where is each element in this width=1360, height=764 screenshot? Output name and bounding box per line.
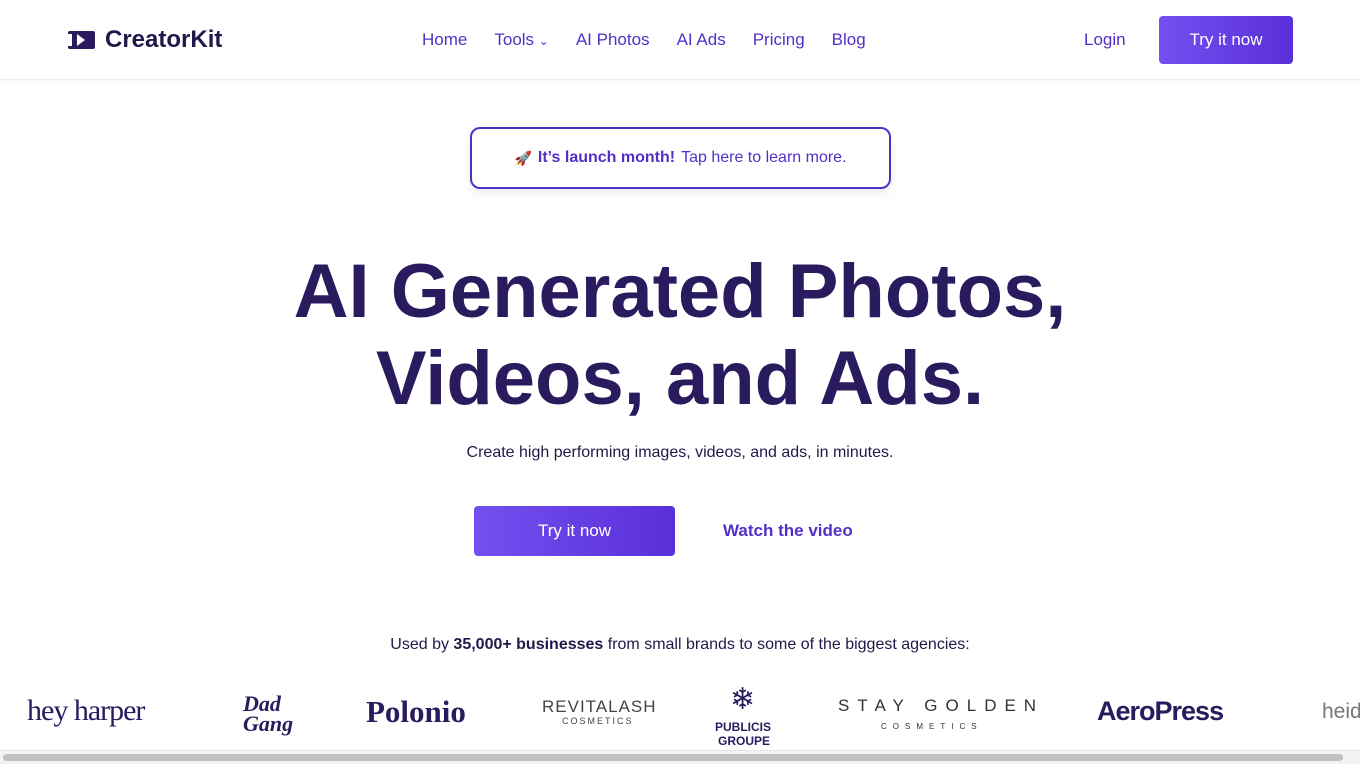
scrollbar-thumb[interactable] [3,754,1343,761]
logo-publicis-sub: GROUPE [718,734,771,748]
hero-line-1: AI Generated Photos, [293,249,1067,334]
logo-strip: hey harper Dad Gang Polonio REVITALASH C… [0,680,1360,748]
lion-icon: ❄ [730,683,756,716]
hero-line-2: Videos, and Ads. [375,336,985,421]
nav-tools-label: Tools [494,30,535,49]
nav-tools[interactable]: Tools ⌄ [494,30,548,50]
brand-name: CreatorKit [105,26,223,53]
nav-try-button[interactable]: Try it now [1159,16,1293,64]
nav-home[interactable]: Home [422,30,467,50]
hero-subtitle: Create high performing images, videos, a… [466,444,894,461]
logo-stay-golden: STAY GOLDEN [838,696,1045,715]
rocket-icon: 🚀 [514,149,532,166]
logo-icon [68,31,95,49]
logo-publicis: PUBLICIS [715,720,772,734]
logo-aeropress: AeroPress [1097,696,1224,726]
social-proof: Used by 35,000+ businesses from small br… [0,636,1360,654]
banner-text: Tap here to learn more. [681,149,847,166]
hero-title: AI Generated Photos, Videos, and Ads. [0,248,1360,422]
logo-stay-golden-sub: COSMETICS [881,722,983,731]
logo-heidi: heidi [1322,700,1360,723]
logo-revitalash: REVITALASH [542,697,657,716]
top-nav: CreatorKit Home Tools ⌄ AI Photos AI Ads… [0,0,1360,80]
nav-blog[interactable]: Blog [832,30,866,50]
nav-ai-ads[interactable]: AI Ads [677,30,726,50]
banner-bold: It’s launch month! [537,149,676,166]
logo-revitalash-sub: COSMETICS [562,716,634,726]
social-suffix: from small brands to some of the biggest… [603,636,970,653]
nav-pricing[interactable]: Pricing [753,30,805,50]
chevron-down-icon: ⌄ [538,34,549,48]
logo-dad-gang: Dad Gang [243,691,294,736]
social-prefix: Used by [390,636,454,653]
login-link[interactable]: Login [1084,30,1126,50]
logo-polonio: Polonio [366,694,466,729]
social-count: 35,000+ businesses [453,636,604,653]
horizontal-scrollbar[interactable] [0,750,1360,764]
launch-banner[interactable]: 🚀 It’s launch month! Tap here to learn m… [470,127,891,189]
brand-logo[interactable]: CreatorKit [68,26,222,54]
nav-ai-photos[interactable]: AI Photos [576,30,650,50]
watch-video-link[interactable]: Watch the video [723,521,853,541]
hero-try-button[interactable]: Try it now [474,506,675,556]
logo-hey-harper: hey harper [27,694,145,727]
